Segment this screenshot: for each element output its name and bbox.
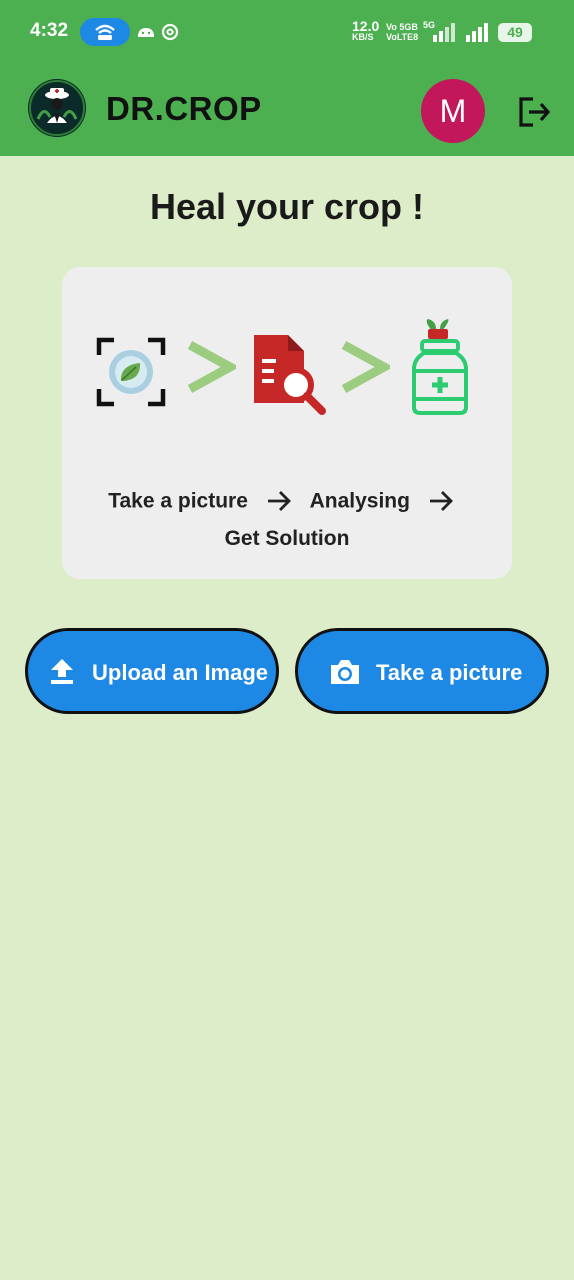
page-heading: Heal your crop ! bbox=[149, 186, 425, 227]
step-analysing: Analysing bbox=[309, 489, 410, 513]
take-picture-button[interactable]: Take a picture bbox=[295, 628, 549, 714]
document-search-icon bbox=[254, 335, 326, 415]
camera-icon bbox=[331, 660, 359, 684]
status-bar: 4:32 12.0 KB/S Vo 5GB VoLTE8 5G 49 bbox=[0, 0, 574, 64]
battery-indicator: 49 bbox=[498, 23, 532, 42]
step-take-picture: Take a picture bbox=[108, 489, 248, 513]
app-logo bbox=[28, 79, 86, 137]
leaf-scan-icon bbox=[96, 337, 166, 407]
hotspot-icon bbox=[95, 24, 115, 40]
logout-icon[interactable] bbox=[517, 96, 551, 128]
signal-icon-2 bbox=[466, 23, 488, 42]
chevron-right-icon bbox=[187, 341, 236, 393]
arrow-right-icon bbox=[267, 491, 291, 512]
take-picture-label: Take a picture bbox=[376, 660, 523, 685]
user-avatar[interactable]: M bbox=[421, 79, 485, 143]
sync-icon bbox=[161, 23, 179, 41]
upload-image-label: Upload an Image bbox=[92, 660, 269, 685]
upload-image-button[interactable]: Upload an Image bbox=[25, 628, 279, 714]
medicine-bottle-icon bbox=[412, 319, 468, 415]
app-title: DR.CROP bbox=[106, 90, 262, 127]
android-icon bbox=[138, 28, 154, 37]
step-get-solution: Get Solution bbox=[224, 527, 350, 550]
signal-icon bbox=[433, 23, 455, 42]
chevron-right-icon-2 bbox=[341, 341, 390, 393]
doctor-logo-icon bbox=[29, 80, 85, 136]
app-bar: DR.CROP M bbox=[0, 64, 574, 156]
steps-row: Take a picture Analysing bbox=[62, 489, 512, 513]
status-time: 4:32 bbox=[30, 20, 69, 41]
hotspot-pill bbox=[80, 18, 130, 46]
upload-icon bbox=[51, 659, 73, 684]
network-speed: 12.0 KB/S bbox=[352, 18, 380, 42]
volte-indicator: Vo 5GB VoLTE8 bbox=[386, 22, 419, 42]
arrow-right-icon-2 bbox=[429, 491, 453, 512]
steps-card: Take a picture Analysing Get Solution bbox=[62, 267, 512, 579]
